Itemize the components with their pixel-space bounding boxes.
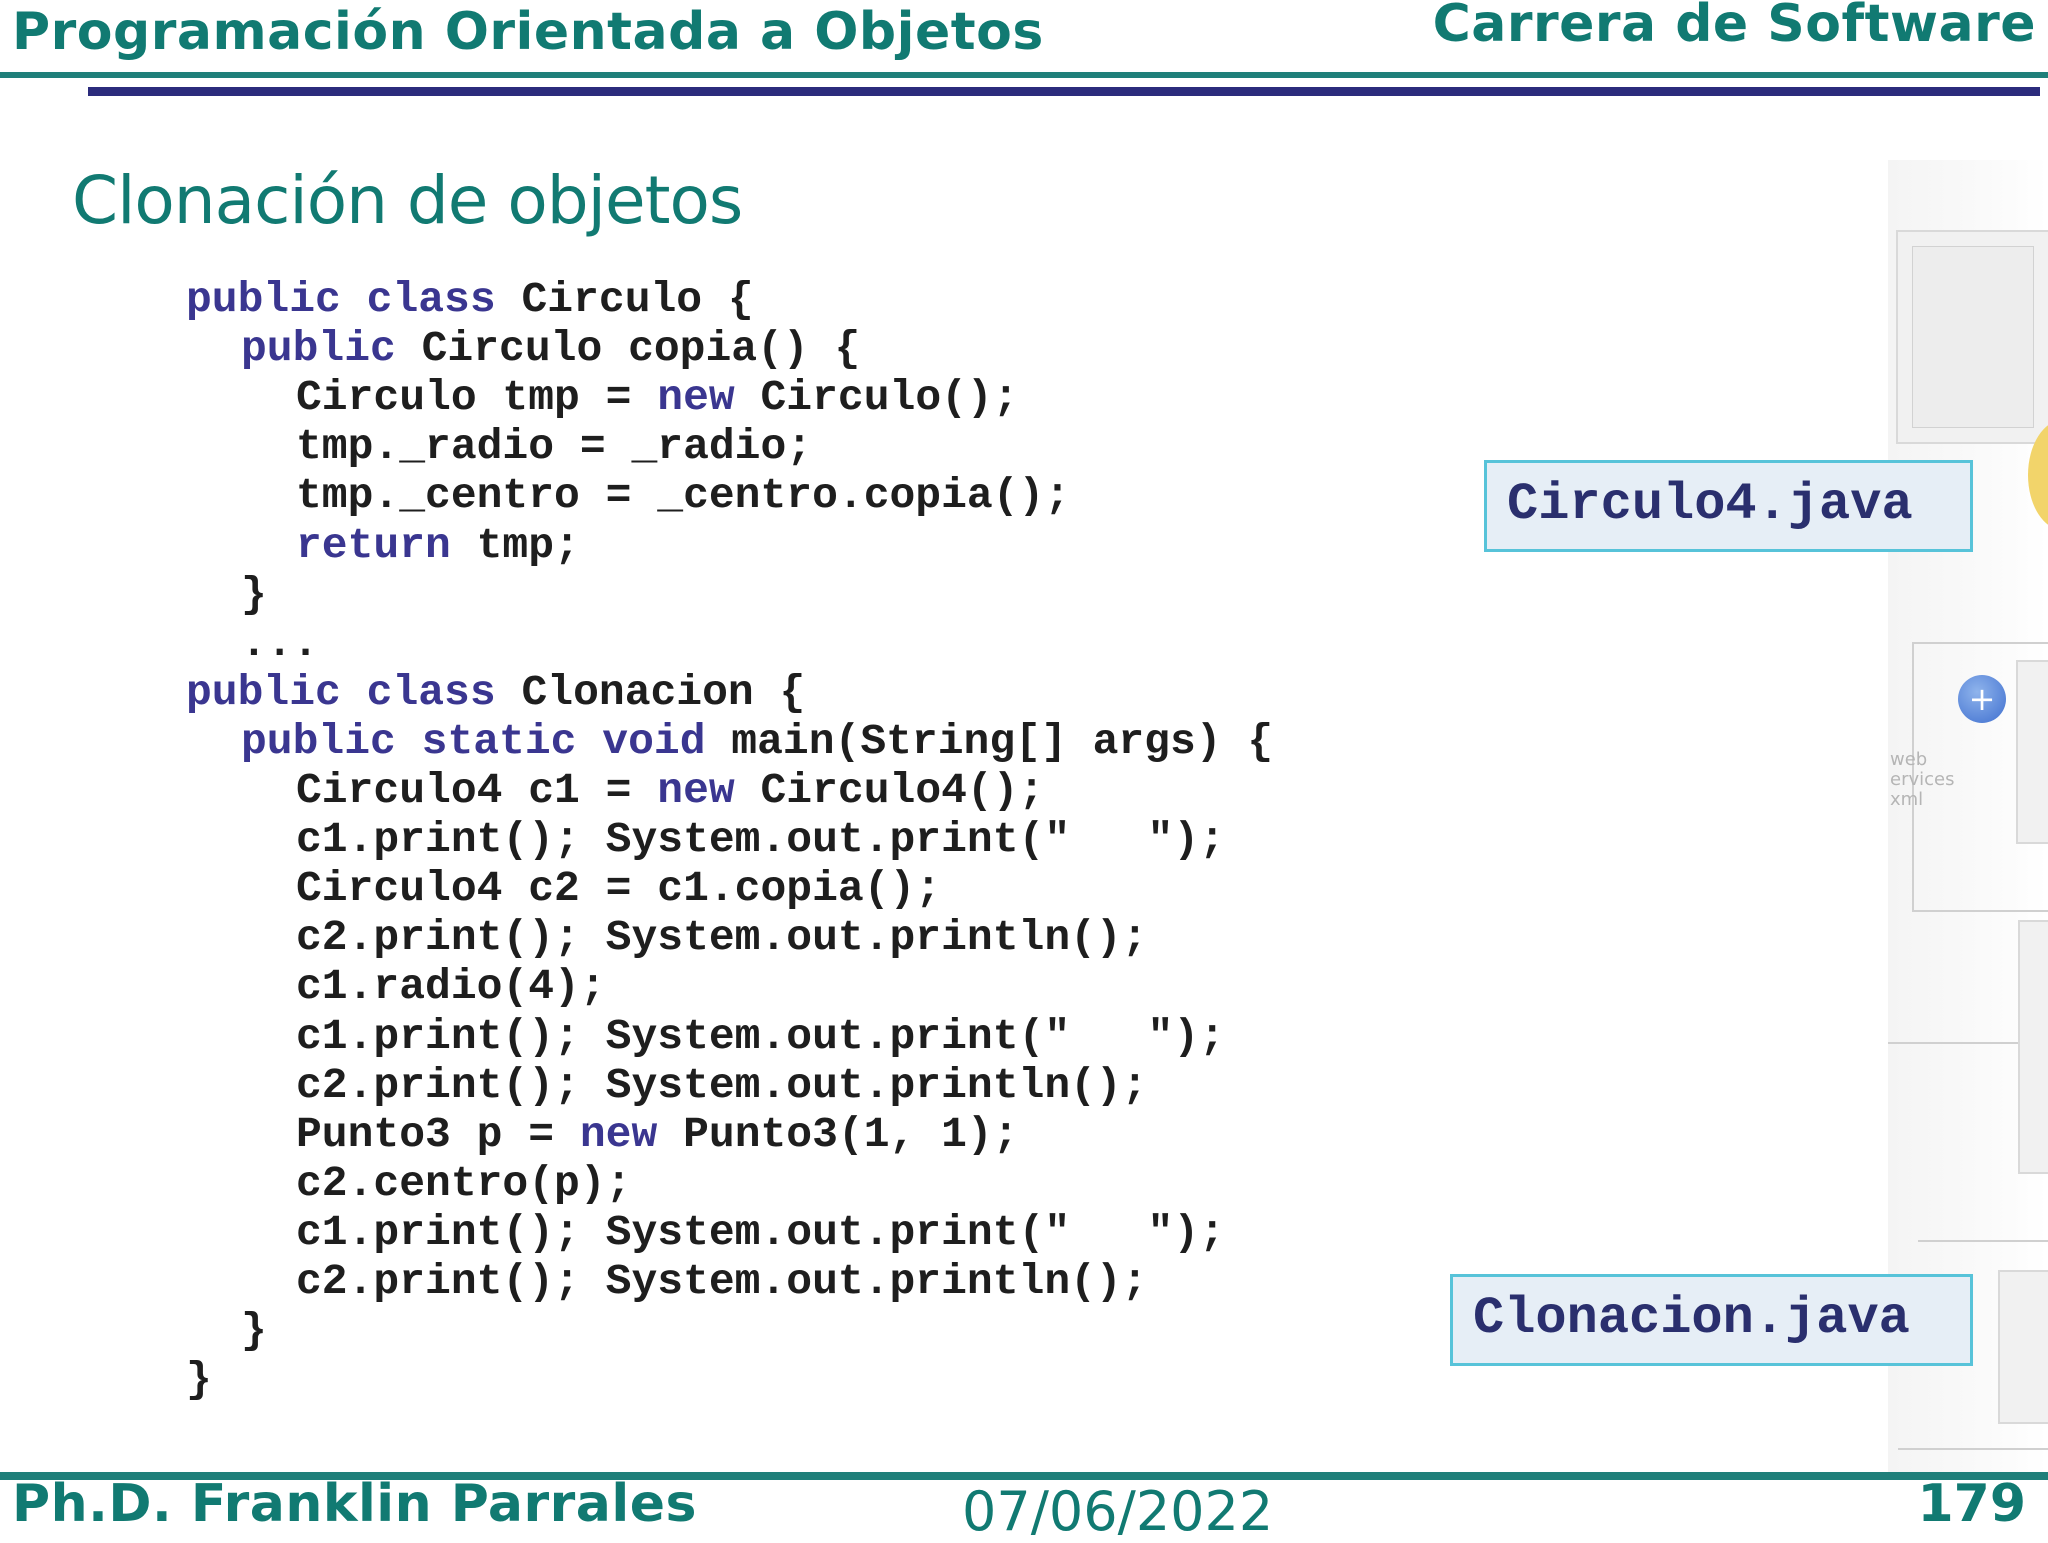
code-line: c2.print(); System.out.println(); (296, 1259, 1148, 1305)
code-text: c1.print(); System.out.print(" "); (296, 815, 1225, 865)
code-text: } (241, 1306, 267, 1356)
file-label-circulo4: Circulo4.java (1484, 460, 1973, 552)
add-bubble-icon: + (1958, 675, 2006, 723)
code-text: main(String[] args) { (705, 716, 1274, 766)
code-line: Punto3 p = new Punto3(1, 1); (296, 1109, 1019, 1159)
code-line: public class Circulo { (186, 277, 754, 323)
code-keyword: public (241, 716, 396, 766)
code-line: ... (241, 618, 319, 668)
code-line: public static void main(String[] args) { (241, 716, 1274, 766)
code-keyword: return (296, 520, 451, 570)
code-keyword: class (366, 667, 496, 717)
code-text: Circulo(); (734, 373, 1019, 423)
header-rule-teal (0, 72, 2048, 78)
code-keyword: void (602, 716, 706, 766)
slide-date: 07/06/2022 (962, 1480, 1274, 1543)
code-line: } (241, 1308, 267, 1354)
code-keyword: public (186, 275, 341, 324)
code-line: Circulo tmp = new Circulo(); (296, 375, 1019, 421)
network-line (1912, 642, 2048, 644)
page-number: 179 (1917, 1474, 2026, 1534)
code-line: Circulo4 c1 = new Circulo4(); (296, 768, 1044, 814)
code-text: c2.centro(p); (296, 1158, 632, 1208)
code-line: c2.print(); System.out.println(); (296, 915, 1148, 961)
code-line: public Circulo copia() { (241, 326, 860, 372)
course-title: Programación Orientada a Objetos (12, 2, 1044, 62)
monitor-icon (1896, 230, 2048, 444)
code-line: return tmp; (296, 520, 580, 570)
code-text: Punto3(1, 1); (657, 1109, 1019, 1159)
code-text: Circulo { (495, 275, 754, 324)
code-text: } (186, 1355, 212, 1405)
code-text: c1.print(); System.out.print(" "); (296, 1207, 1225, 1257)
code-line: c1.print(); System.out.print(" "); (296, 1207, 1225, 1257)
code-text: ... (241, 618, 319, 668)
code-line: c2.print(); System.out.println(); (296, 1060, 1148, 1110)
code-keyword: new (579, 1109, 658, 1159)
code-keyword: static (421, 716, 577, 766)
code-keyword: public (186, 667, 341, 717)
code-text: c1.print(); System.out.print(" "); (296, 1011, 1225, 1061)
code-line: Circulo4 c2 = c1.copia(); (296, 866, 941, 912)
code-text: Circulo4 c2 = c1.copia(); (296, 864, 942, 914)
code-line: c1.print(); System.out.print(" "); (296, 817, 1225, 863)
code-text: tmp._radio = _radio; (296, 422, 813, 472)
code-line: c2.centro(p); (296, 1158, 632, 1208)
code-text: tmp; (450, 520, 580, 570)
author-name: Ph.D. Franklin Parrales (12, 1474, 697, 1534)
code-text: c2.print(); System.out.println(); (296, 1060, 1148, 1110)
code-text: c2.print(); System.out.println(); (296, 1257, 1148, 1306)
code-line: c1.print(); System.out.print(" "); (296, 1011, 1225, 1061)
network-line (1918, 1240, 2048, 1242)
code-text: Circulo copia() { (395, 324, 861, 374)
server-icon (2016, 660, 2048, 844)
network-line (1898, 1448, 2048, 1450)
code-line: } (186, 1357, 212, 1403)
network-line (1912, 910, 2048, 912)
code-text: } (241, 569, 267, 619)
code-text: Circulo4 c1 = (296, 766, 658, 815)
code-text: Punto3 p = (296, 1109, 580, 1159)
code-text: Circulo4(); (734, 766, 1045, 815)
web-services-text: web ervices xml (1890, 749, 1955, 810)
code-text: c2.print(); System.out.println(); (296, 913, 1148, 963)
code-line: } (241, 569, 267, 619)
code-text: Circulo tmp = (296, 373, 658, 423)
code-line: tmp._centro = _centro.copia(); (296, 473, 1070, 519)
server-icon (2018, 920, 2048, 1174)
code-keyword: class (366, 275, 496, 324)
code-line: public class Clonacion { (186, 667, 806, 717)
code-text: tmp._centro = _centro.copia(); (296, 471, 1071, 521)
file-label-clonacion: Clonacion.java (1450, 1274, 1973, 1366)
code-keyword: new (657, 373, 735, 423)
code-line: tmp._radio = _radio; (296, 424, 812, 470)
computer-icon (1998, 1270, 2048, 1424)
code-keyword: new (657, 766, 735, 815)
code-line: c1.radio(4); (296, 964, 606, 1010)
header-rule-navy (88, 87, 2040, 96)
code-text: c1.radio(4); (296, 962, 606, 1012)
code-keyword: public (241, 324, 396, 374)
code-text: Clonacion { (495, 667, 806, 717)
program-name: Carrera de Software (1432, 0, 2036, 54)
slide-title: Clonación de objetos (72, 162, 743, 239)
